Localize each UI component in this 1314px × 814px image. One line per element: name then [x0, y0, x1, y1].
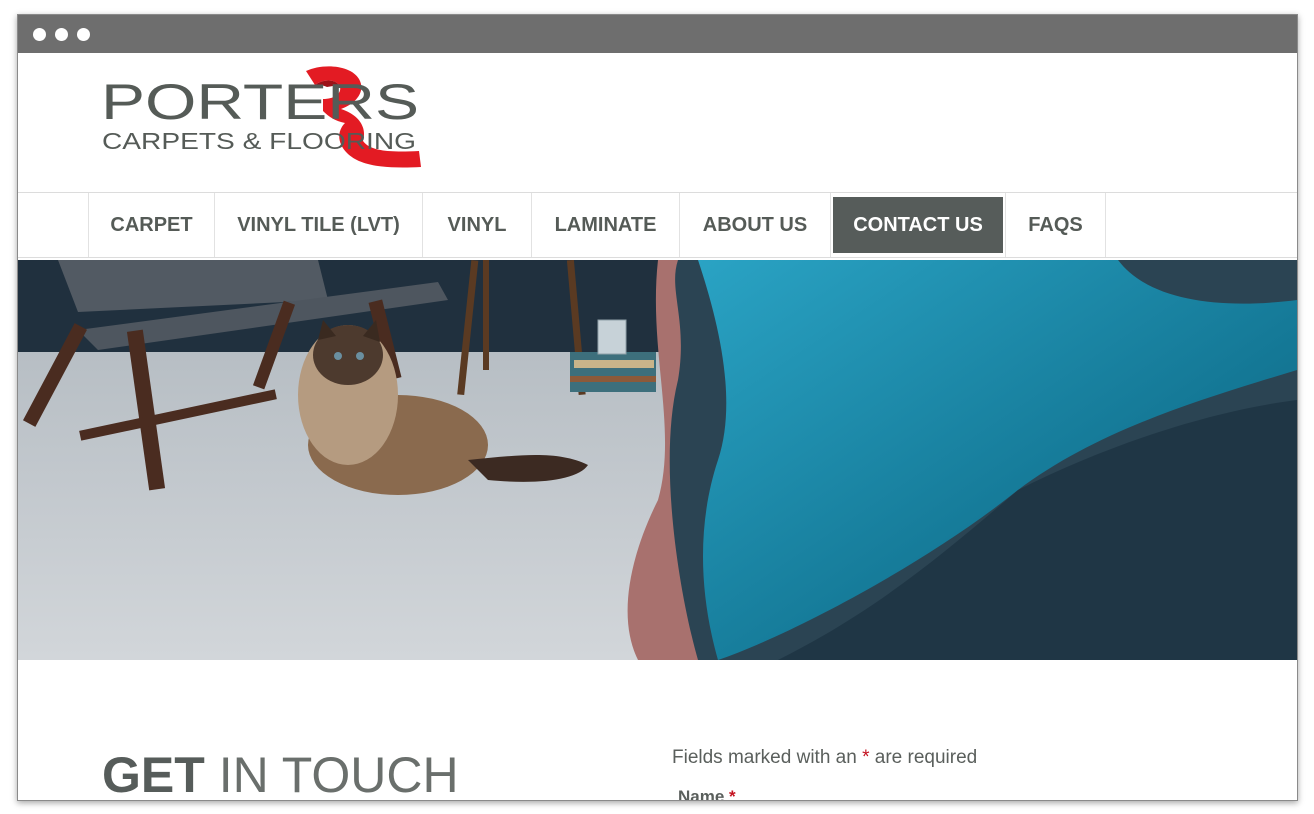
- nav-item-vinyl-tile[interactable]: VINYL TILE (LVT): [214, 193, 422, 257]
- window-zoom-dot[interactable]: [77, 27, 90, 41]
- nav-item-faqs[interactable]: FAQS: [1005, 193, 1106, 257]
- nav-item-contact-us[interactable]: CONTACT US: [830, 193, 1005, 257]
- page-title: GET IN TOUCH: [102, 746, 459, 801]
- nav-item-about-us[interactable]: ABOUT US: [679, 193, 830, 257]
- contact-section: GET IN TOUCH Fields marked with an * are…: [18, 660, 1297, 800]
- nav-label: FAQS: [1028, 213, 1083, 236]
- nav-label: CONTACT US: [833, 197, 1003, 253]
- browser-titlebar: [18, 15, 1297, 53]
- browser-window: PORTERS CARPETS & FLOORING CARPET VINYL …: [17, 14, 1298, 801]
- books: [570, 352, 656, 392]
- porters-logo[interactable]: PORTERS CARPETS & FLOORING: [101, 65, 431, 169]
- hero-scene: [18, 260, 1297, 660]
- site-header: PORTERS CARPETS & FLOORING: [18, 53, 1297, 192]
- required-star: *: [862, 747, 870, 768]
- glass: [597, 319, 627, 355]
- name-required-star: *: [729, 787, 736, 801]
- required-note-text: Fields marked with an: [672, 747, 857, 768]
- nav-label: LAMINATE: [554, 213, 657, 236]
- hero-image: [18, 260, 1297, 660]
- bed: [627, 260, 1297, 660]
- nav-label: VINYL: [447, 213, 507, 236]
- name-label-text: Name: [678, 787, 725, 801]
- nav-label: ABOUT US: [702, 213, 808, 236]
- nav-item-laminate[interactable]: LAMINATE: [531, 193, 679, 257]
- logo-tagline: CARPETS & FLOORING: [102, 128, 416, 154]
- main-nav: CARPET VINYL TILE (LVT) VINYL LAMINATE A…: [18, 192, 1297, 258]
- headline-bold: GET: [102, 747, 205, 801]
- nav-label: VINYL TILE (LVT): [237, 213, 400, 236]
- required-note-text-end: are required: [874, 747, 978, 768]
- name-field-label: Name *: [678, 787, 736, 801]
- window-minimize-dot[interactable]: [55, 27, 68, 41]
- window-close-dot[interactable]: [33, 27, 46, 41]
- logo-wordmark: PORTERS: [101, 74, 419, 130]
- nav-label: CARPET: [110, 213, 193, 236]
- headline-light: IN TOUCH: [218, 747, 459, 801]
- required-fields-note: Fields marked with an * are required: [672, 747, 977, 769]
- nav-item-vinyl[interactable]: VINYL: [422, 193, 531, 257]
- nav-item-carpet[interactable]: CARPET: [88, 193, 214, 257]
